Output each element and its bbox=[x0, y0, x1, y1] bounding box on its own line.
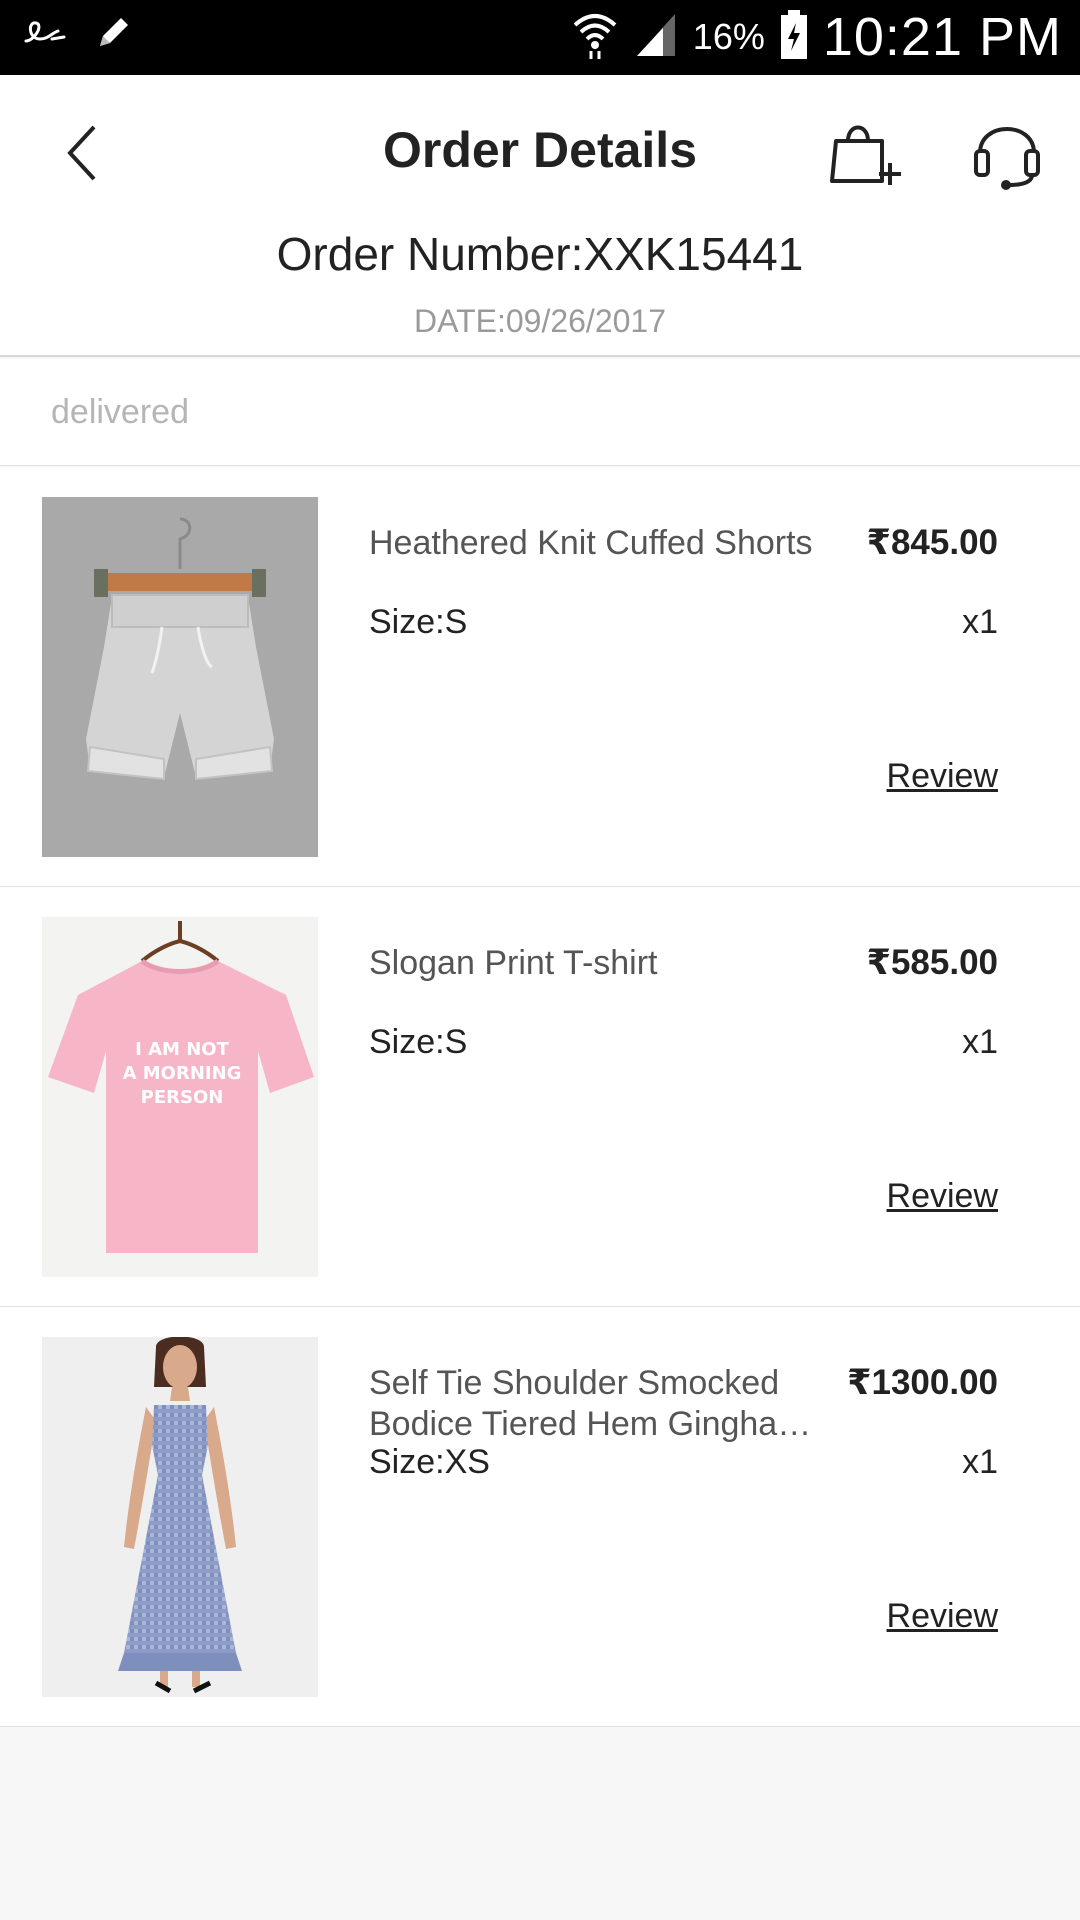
bag-add-icon bbox=[830, 125, 901, 185]
order-items-list: Heathered Knit Cuffed Shorts ₹845.00 Siz… bbox=[0, 467, 1080, 1727]
shirt-slogan-line-2: A MORNING bbox=[123, 1063, 242, 1084]
clock: 10:21 PM bbox=[822, 7, 1062, 67]
wifi-icon bbox=[571, 9, 619, 66]
gingham-dress-image[interactable] bbox=[42, 1337, 318, 1697]
order-item[interactable]: Heathered Knit Cuffed Shorts ₹845.00 Siz… bbox=[0, 467, 1080, 887]
order-item[interactable]: Self Tie Shoulder Smocked Bodice Tiered … bbox=[0, 1307, 1080, 1727]
customer-support-button[interactable] bbox=[972, 111, 1042, 191]
order-status: delivered bbox=[51, 393, 189, 431]
page-title: Order Details bbox=[382, 122, 697, 178]
add-to-bag-button[interactable] bbox=[826, 111, 906, 191]
item-price: ₹845.00 bbox=[866, 523, 998, 562]
review-link[interactable]: Review bbox=[887, 757, 998, 796]
item-name[interactable]: Heathered Knit Cuffed Shorts bbox=[369, 523, 829, 564]
shirt-slogan-line-1: I AM NOT bbox=[135, 1039, 229, 1060]
script-e-icon bbox=[22, 17, 68, 52]
item-price: ₹1300.00 bbox=[847, 1363, 998, 1402]
review-link[interactable]: Review bbox=[887, 1177, 998, 1216]
item-quantity: x1 bbox=[962, 1443, 998, 1481]
item-size: Size:S bbox=[369, 603, 468, 641]
order-status-row: delivered bbox=[0, 359, 1080, 466]
item-size: Size:S bbox=[369, 1023, 468, 1061]
review-link[interactable]: Review bbox=[887, 1597, 998, 1636]
pink-tshirt-image[interactable]: I AM NOT A MORNING PERSON bbox=[42, 917, 318, 1277]
item-quantity: x1 bbox=[962, 1023, 998, 1061]
item-size: Size:XS bbox=[369, 1443, 490, 1481]
order-header: Order Details Order Number:XXK15441 DATE… bbox=[0, 75, 1080, 357]
status-bar: 16% 10:21 PM bbox=[0, 0, 1080, 75]
item-name[interactable]: Slogan Print T-shirt bbox=[369, 943, 829, 984]
grey-shorts-image[interactable] bbox=[42, 497, 318, 857]
order-number: Order Number:XXK15441 bbox=[276, 228, 804, 280]
item-price: ₹585.00 bbox=[866, 943, 998, 982]
pencil-icon bbox=[94, 12, 134, 57]
headset-icon bbox=[974, 127, 1040, 190]
shirt-slogan-line-3: PERSON bbox=[141, 1087, 224, 1108]
order-date: DATE:09/26/2017 bbox=[413, 303, 666, 339]
battery-icon bbox=[779, 9, 809, 66]
item-quantity: x1 bbox=[962, 603, 998, 641]
item-name[interactable]: Self Tie Shoulder Smocked Bodice Tiered … bbox=[369, 1363, 829, 1445]
signal-icon bbox=[633, 10, 679, 65]
battery-percent: 16% bbox=[692, 16, 765, 57]
order-item[interactable]: I AM NOT A MORNING PERSON Slogan Print T… bbox=[0, 887, 1080, 1307]
